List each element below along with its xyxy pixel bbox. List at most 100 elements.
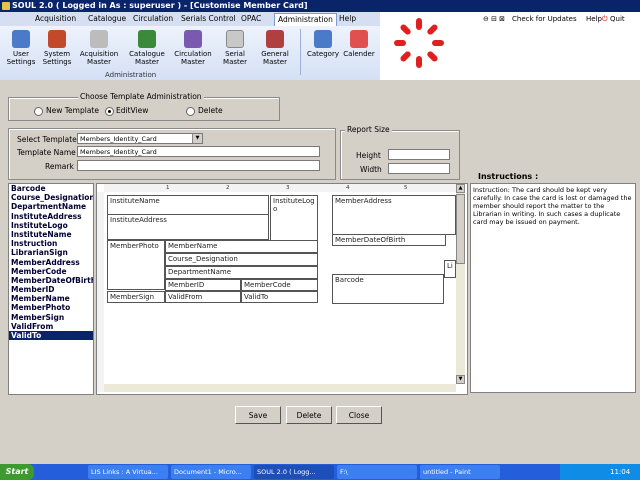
- user-settings-label-2: Settings: [6, 58, 36, 66]
- catalogue-master-label-2: Master: [135, 58, 159, 66]
- new-template-radio[interactable]: [34, 107, 43, 116]
- member-photo-box[interactable]: MemberPhoto: [107, 240, 165, 290]
- calender-button[interactable]: Calender: [340, 30, 378, 72]
- menu-catalogue[interactable]: Catalogue: [85, 13, 129, 25]
- field-list-item[interactable]: InstituteAddress: [9, 212, 93, 221]
- menu-administration[interactable]: Administration: [274, 13, 337, 26]
- taskbar-item[interactable]: F:\: [337, 465, 417, 479]
- taskbar-item[interactable]: LIS Links : A Virtua...: [88, 465, 168, 479]
- field-list-item[interactable]: ValidFrom: [9, 322, 93, 331]
- editview-radio[interactable]: [105, 107, 114, 116]
- catalogue-master-button[interactable]: Catalogue Master: [126, 30, 168, 72]
- field-list-item[interactable]: ValidTo: [9, 331, 93, 341]
- field-list-item[interactable]: MemberSign: [9, 313, 93, 322]
- start-button[interactable]: Start: [0, 464, 34, 480]
- field-list-item[interactable]: MemberID: [9, 285, 93, 294]
- scroll-thumb[interactable]: [456, 194, 465, 264]
- taskbar-item[interactable]: Document1 - Micro...: [171, 465, 251, 479]
- delete-button[interactable]: Delete: [286, 406, 332, 424]
- help-link[interactable]: Help: [586, 15, 602, 23]
- field-list-item[interactable]: MemberPhoto: [9, 303, 93, 312]
- chevron-down-icon[interactable]: ▼: [192, 134, 202, 143]
- field-list-item[interactable]: DepartmentName: [9, 202, 93, 211]
- report-size-legend: Report Size: [345, 125, 392, 134]
- field-list-item[interactable]: Barcode: [9, 184, 93, 193]
- quit-icon[interactable]: ⏻: [602, 15, 608, 24]
- ribbon-separator: [300, 29, 301, 75]
- user-settings-label: User: [13, 50, 29, 58]
- institute-name-box[interactable]: InstituteName: [107, 195, 269, 215]
- department-name-box[interactable]: DepartmentName: [165, 266, 318, 279]
- height-label: Height: [356, 151, 381, 160]
- course-designation-box[interactable]: Course_Designation: [165, 253, 318, 266]
- horizontal-scrollbar[interactable]: [104, 384, 456, 392]
- field-list-item[interactable]: InstituteLogo: [9, 221, 93, 230]
- member-sign-box[interactable]: MemberSign: [107, 291, 165, 303]
- remark-input[interactable]: [77, 160, 320, 171]
- select-template-label: Select Template: [17, 135, 77, 144]
- member-dob-box[interactable]: MemberDateOfBirth: [332, 234, 446, 246]
- clock: 11:04 AM: [610, 468, 631, 492]
- menu-circulation[interactable]: Circulation: [130, 13, 176, 25]
- instructions-box[interactable]: Instruction: The card should be kept ver…: [470, 183, 636, 393]
- field-list-item[interactable]: Course_Designation: [9, 193, 93, 202]
- window-title: SOUL 2.0 ( Logged in As : superuser ) - …: [12, 1, 308, 10]
- circulation-master-icon: [184, 30, 202, 48]
- delete-radio[interactable]: [186, 107, 195, 116]
- category-icon: [314, 30, 332, 48]
- acquisition-master-label: Acquisition: [79, 50, 119, 58]
- acquisition-master-label-2: Master: [87, 58, 111, 66]
- close-button[interactable]: Close: [336, 406, 382, 424]
- field-list-item[interactable]: Instruction: [9, 239, 93, 248]
- valid-to-box[interactable]: ValidTo: [241, 291, 318, 303]
- field-list-item[interactable]: MemberDateOfBirth: [9, 276, 93, 285]
- height-input[interactable]: [388, 149, 450, 160]
- vertical-scrollbar[interactable]: ▲ ▼: [456, 184, 465, 384]
- template-name-input[interactable]: Members_Identity_Card: [77, 146, 320, 157]
- member-code-box[interactable]: MemberCode: [241, 279, 318, 291]
- member-address-box[interactable]: MemberAddress: [332, 195, 456, 235]
- ruler-mark: 4: [346, 185, 350, 191]
- circulation-master-label-2: Master: [181, 58, 205, 66]
- user-settings-button[interactable]: User Settings: [2, 30, 40, 72]
- general-master-icon: [266, 30, 284, 48]
- field-list-item[interactable]: MemberName: [9, 294, 93, 303]
- serial-master-button[interactable]: Serial Master: [216, 30, 254, 72]
- acquisition-master-icon: [90, 30, 108, 48]
- acquisition-master-button[interactable]: Acquisition Master: [78, 30, 120, 72]
- field-list-item[interactable]: LibrarianSign: [9, 248, 93, 257]
- scroll-up-icon[interactable]: ▲: [456, 184, 465, 193]
- circulation-master-button[interactable]: Circulation Master: [172, 30, 214, 72]
- template-admin-legend: Choose Template Administration: [78, 92, 204, 101]
- instructions-title: Instructions :: [478, 172, 539, 181]
- member-id-box[interactable]: MemberID: [165, 279, 241, 291]
- field-list-item[interactable]: MemberAddress: [9, 258, 93, 267]
- barcode-box[interactable]: Barcode: [332, 274, 444, 304]
- restore-icon[interactable]: ⊖ ⊟ ⊠: [483, 15, 505, 23]
- system-settings-button[interactable]: System Settings: [38, 30, 76, 72]
- member-name-box[interactable]: MemberName: [165, 240, 318, 253]
- system-settings-label: System: [43, 50, 71, 58]
- select-template-dropdown[interactable]: Members_Identity_Card ▼: [77, 133, 203, 144]
- menu-opac[interactable]: OPAC: [238, 13, 264, 25]
- scroll-down-icon[interactable]: ▼: [456, 375, 465, 384]
- librarian-sign-box[interactable]: Li: [444, 260, 456, 278]
- institute-address-box[interactable]: InstituteAddress: [107, 214, 269, 240]
- menu-acquisition[interactable]: Acquisition: [32, 13, 79, 25]
- valid-from-box[interactable]: ValidFrom: [165, 291, 241, 303]
- general-master-button[interactable]: General Master: [256, 30, 294, 72]
- taskbar-item-active[interactable]: SOUL 2.0 ( Logg...: [254, 465, 334, 479]
- menu-serials-control[interactable]: Serials Control: [178, 13, 239, 25]
- menu-help[interactable]: Help: [336, 13, 359, 25]
- save-button[interactable]: Save: [235, 406, 281, 424]
- quit-link[interactable]: Quit: [610, 15, 625, 23]
- field-list-item[interactable]: InstituteName: [9, 230, 93, 239]
- new-template-label: New Template: [46, 106, 99, 115]
- institute-logo-box[interactable]: InstituteLogo: [270, 195, 318, 241]
- width-input[interactable]: [388, 163, 450, 174]
- general-master-label: General: [261, 50, 289, 58]
- field-list-item[interactable]: MemberCode: [9, 267, 93, 276]
- category-button[interactable]: Category: [304, 30, 342, 72]
- taskbar-item[interactable]: untitled - Paint: [420, 465, 500, 479]
- check-updates-link[interactable]: Check for Updates: [512, 15, 577, 23]
